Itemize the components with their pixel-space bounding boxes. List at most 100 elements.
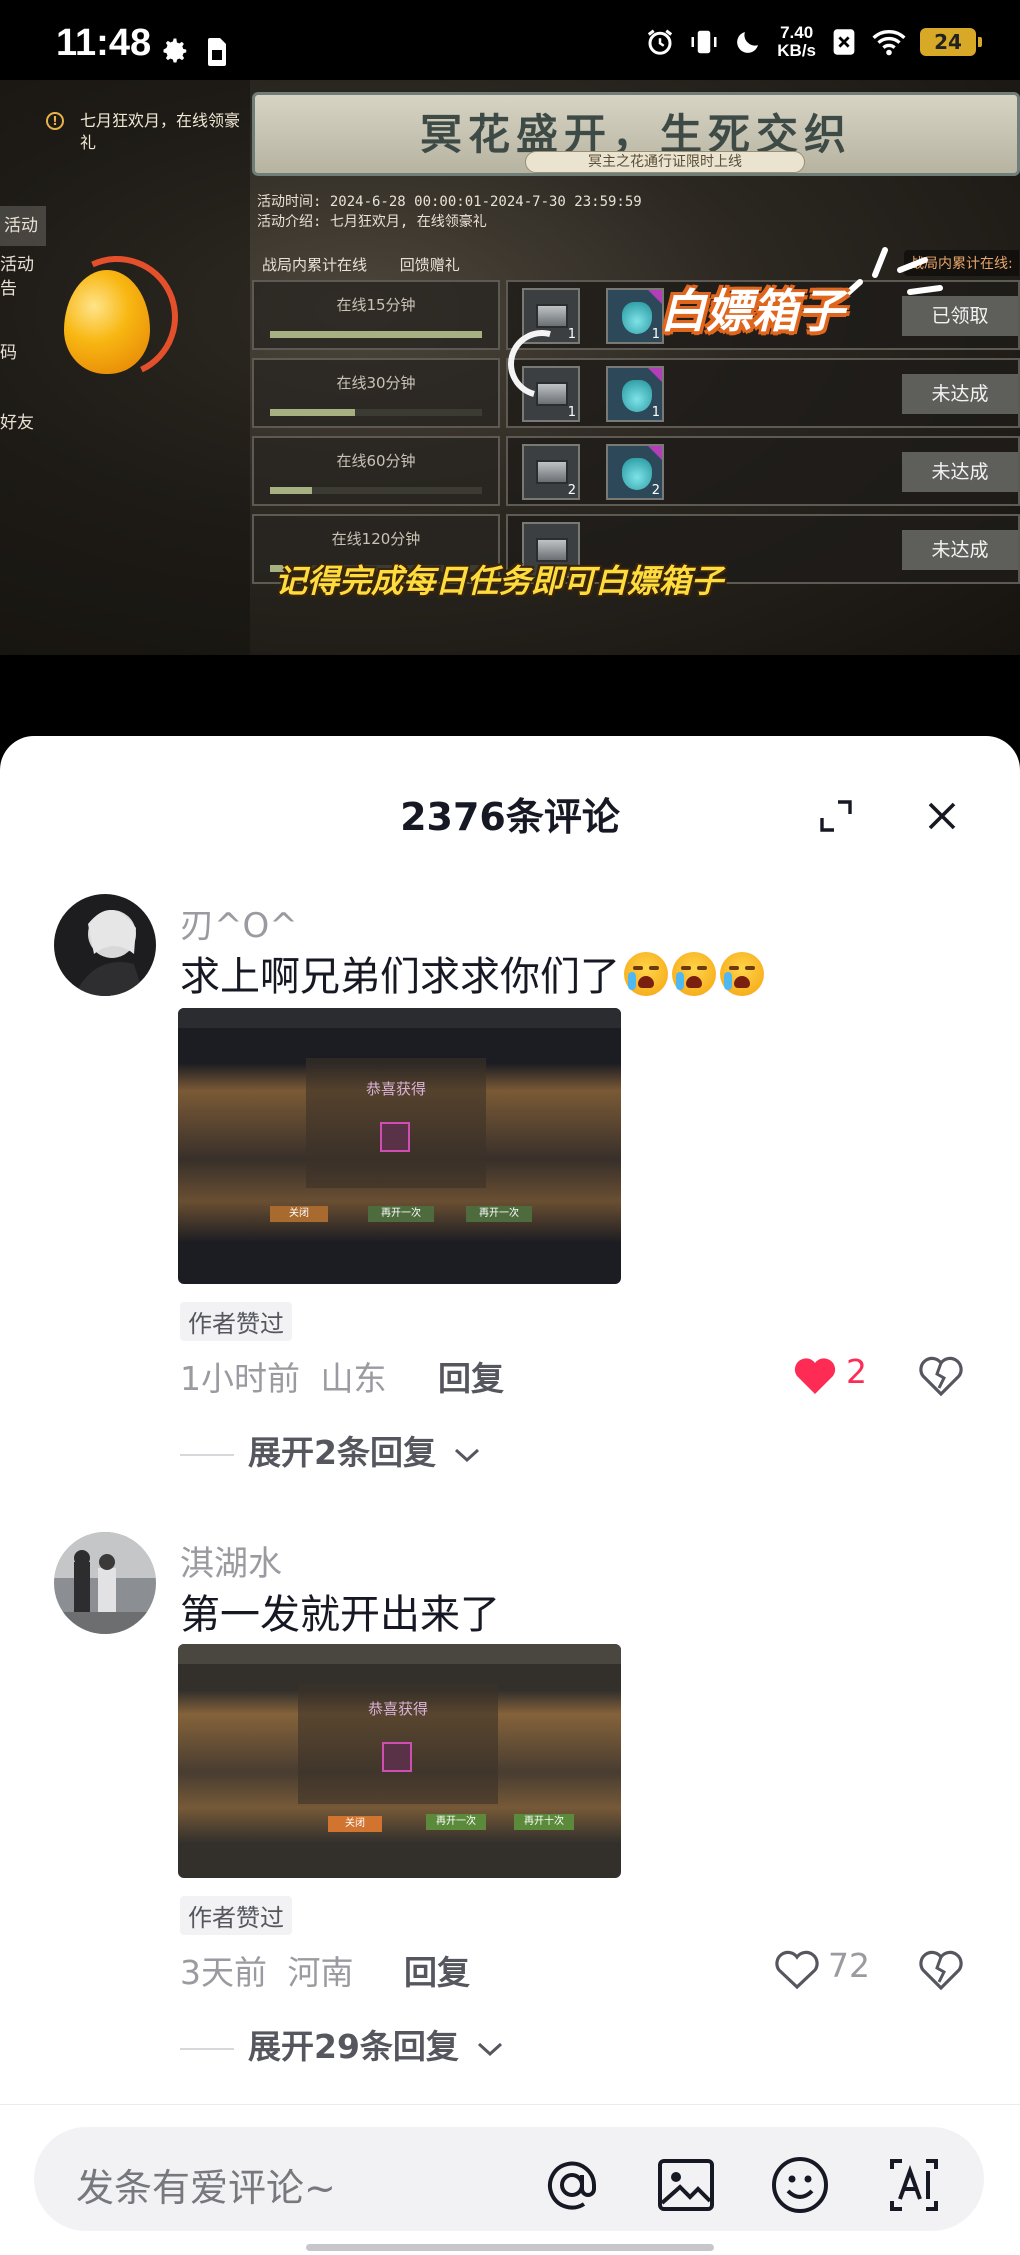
vibrate-icon <box>691 30 717 54</box>
image-button: 关闭 <box>270 1206 328 1222</box>
mention-icon[interactable] <box>540 2153 604 2217</box>
comment-image[interactable]: 恭喜获得 关闭 再开一次 再开一次 <box>178 1008 621 1284</box>
item-count: 2 <box>567 483 576 498</box>
crying-emoji-icon <box>624 952 668 996</box>
comment-username[interactable]: 淇湖水 <box>180 1536 282 1585</box>
reply-button[interactable]: 回复 <box>404 1946 470 1994</box>
comment-location: 河南 <box>287 1953 354 1992</box>
side-menu-item: 活动 <box>0 255 34 275</box>
comment-text: 求上啊兄弟们求求你们了 <box>180 944 764 1002</box>
reward-row-label: 在线15分钟 <box>252 280 500 350</box>
sparkle-icon <box>837 247 943 303</box>
event-banner: 冥花盛开，生死交织 冥主之花通行证限时上线 <box>252 92 1020 176</box>
side-menu-item: 好友 <box>0 413 34 433</box>
image-icon[interactable] <box>654 2153 718 2217</box>
image-button: 关闭 <box>328 1816 382 1832</box>
status-bar: 11:48 7.40 KB/s 24 <box>0 0 1020 80</box>
reward-status-button: 未达成 <box>902 374 1018 414</box>
bag-icon <box>622 458 652 490</box>
comment-time: 1小时前 <box>180 1359 300 1398</box>
progress-bar <box>270 487 482 494</box>
expand-replies-label: 展开2条回复 <box>248 1433 436 1472</box>
moon-icon <box>737 32 759 53</box>
image-reward-item <box>382 1742 412 1772</box>
ai-icon[interactable] <box>882 2153 946 2217</box>
comment-meta: 3天前 河南 <box>180 1946 354 1994</box>
like-count: 2 <box>846 1352 867 1391</box>
reward-label: 在线15分钟 <box>336 296 416 314</box>
author-liked-badge: 作者赞过 <box>180 1896 292 1935</box>
expand-replies-label: 展开29条回复 <box>248 2027 459 2066</box>
side-menu-item: 告 <box>0 279 17 299</box>
emoji-icon[interactable] <box>768 2153 832 2217</box>
battery-icon: 24 <box>920 28 982 56</box>
comment-count-title: 2376条评论 <box>400 795 620 839</box>
no-sim-icon <box>833 29 855 55</box>
event-notice-text: 七月狂欢月，在线领豪礼 <box>80 111 241 152</box>
event-tabs: 战局内累计在线 回馈赠礼 <box>262 254 488 275</box>
activity-info: 活动时间: 2024-6-28 00:00:01-2024-7-30 23:59… <box>257 192 642 232</box>
broken-heart-icon[interactable] <box>918 1948 964 1992</box>
like-count: 72 <box>828 1946 870 1985</box>
progress-bar <box>270 331 482 338</box>
banner-subtitle: 冥主之花通行证限时上线 <box>525 151 805 173</box>
image-popup: 恭喜获得 <box>298 1684 498 1804</box>
divider <box>180 1453 234 1456</box>
video-player[interactable]: 活动 活动 告 码 好友 ! 七月狂欢月，在线领豪礼 冥花盛开，生死交织 冥主之… <box>0 80 1020 655</box>
image-popup-title: 恭喜获得 <box>367 1700 428 1718</box>
fullscreen-expand-icon[interactable] <box>818 798 854 834</box>
avatar[interactable] <box>54 894 156 996</box>
avatar[interactable] <box>54 1532 156 1634</box>
reward-status-button: 未达成 <box>902 452 1018 492</box>
bag-icon <box>622 380 652 412</box>
net-speed-unit: KB/s <box>777 41 816 60</box>
activity-time: 活动时间: 2024-6-28 00:00:01-2024-7-30 23:59… <box>257 194 642 210</box>
reply-button[interactable]: 回复 <box>438 1352 504 1400</box>
comment-image[interactable]: 恭喜获得 关闭 再开一次 再开十次 <box>178 1644 621 1878</box>
alarm-icon <box>648 29 673 55</box>
item-count: 1 <box>567 327 576 342</box>
comment-username[interactable]: 刃^O^ <box>180 898 298 947</box>
comment-time: 3天前 <box>180 1953 267 1992</box>
image-reward-item <box>380 1122 410 1152</box>
video-sticker-top: 白嫖箱子 <box>660 284 844 338</box>
gear-icon <box>163 38 187 63</box>
image-button: 再开十次 <box>514 1814 574 1830</box>
clock: 11:48 <box>56 22 152 64</box>
comment-input[interactable]: 发条有爱评论~ <box>34 2127 984 2231</box>
progress-fill <box>270 331 482 338</box>
expand-replies-button[interactable]: 展开2条回复 <box>180 1426 481 1474</box>
reward-row-label: 在线30分钟 <box>252 358 500 428</box>
event-notice: ! 七月狂欢月，在线领豪礼 <box>46 110 248 154</box>
image-button: 再开一次 <box>426 1814 486 1830</box>
comment-input-placeholder: 发条有爱评论~ <box>76 2166 336 2210</box>
image-popup-title: 恭喜获得 <box>365 1080 426 1098</box>
crate-item: 2 <box>522 444 580 500</box>
progress-fill <box>270 409 355 416</box>
reward-row-items: 2 2 未达成 <box>506 436 1020 506</box>
crying-emoji-icon <box>672 952 716 996</box>
broken-heart-icon[interactable] <box>918 1354 964 1398</box>
bag-item: 2 <box>606 444 664 500</box>
close-icon[interactable] <box>924 798 960 834</box>
comment-input-bar: 发条有爱评论~ <box>0 2104 1020 2255</box>
tab-online-time: 战局内累计在线 <box>262 256 368 274</box>
side-menu-item: 活动 <box>0 206 46 246</box>
heart-filled-icon[interactable] <box>792 1356 838 1396</box>
item-count: 1 <box>651 327 660 342</box>
heart-outline-icon[interactable] <box>774 1950 820 1990</box>
reward-row-items: 1 1 未达成 <box>506 358 1020 428</box>
expand-replies-button[interactable]: 展开29条回复 <box>180 2020 504 2068</box>
comment-text-content: 第一发就开出来了 <box>180 1592 500 1638</box>
progress-fill <box>270 487 313 494</box>
image-button: 再开一次 <box>466 1206 532 1222</box>
image-popup: 恭喜获得 <box>306 1058 486 1188</box>
reward-status-button: 未达成 <box>902 530 1018 570</box>
author-liked-badge: 作者赞过 <box>180 1302 292 1341</box>
net-speed: 7.40 KB/s <box>777 24 816 60</box>
tab-feedback-gift: 回馈赠礼 <box>399 256 460 274</box>
activity-intro: 活动介绍: 七月狂欢月, 在线领豪礼 <box>257 214 487 230</box>
comment-meta: 1小时前 山东 <box>180 1352 387 1400</box>
side-menu-item: 码 <box>0 343 17 363</box>
home-indicator[interactable] <box>306 2244 714 2251</box>
